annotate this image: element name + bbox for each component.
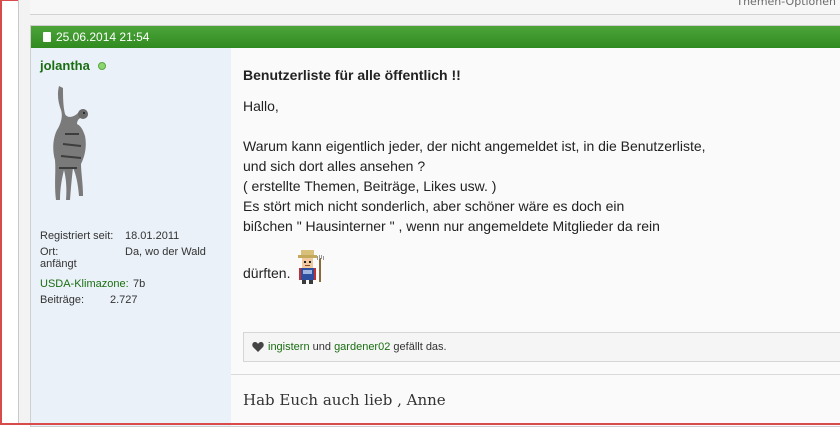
likes-connector: und <box>312 341 331 353</box>
likes-text: ingistern und gardener02 gefällt das. <box>268 333 447 361</box>
info-climate-zone: USDA-Klimazone: 7b <box>40 278 225 292</box>
body-line: und sich dort alles ansehen ? <box>243 158 426 174</box>
info-posts: Beiträge: 2.727 <box>40 294 225 308</box>
info-value: 18.01.2011 <box>125 230 180 242</box>
body-line: ( erstellte Themen, Beiträge, Likes usw.… <box>243 178 497 194</box>
climate-zone-link[interactable]: USDA-Klimazone: <box>40 278 129 290</box>
gardener-smiley-icon <box>292 248 325 286</box>
info-label: Beiträge: <box>40 294 85 306</box>
likes-bar: ingistern und gardener02 gefällt das. <box>243 332 840 362</box>
signature-divider <box>231 374 840 375</box>
author-info: Registriert seit: 18.01.2011 Ort: Da, wo… <box>40 230 225 310</box>
document-icon <box>43 32 51 42</box>
online-status-icon <box>98 62 106 70</box>
post-title: Benutzerliste für alle öffentlich !! <box>243 67 461 83</box>
post-signature: Hab Euch auch lieb , Anne <box>243 391 446 409</box>
info-value: 2.727 <box>110 294 138 306</box>
liker-link[interactable]: gardener02 <box>334 341 390 353</box>
likes-suffix: gefällt das. <box>393 341 447 353</box>
info-value: 7b <box>133 278 146 290</box>
thread-options-link[interactable]: Themen-Optionen <box>736 0 836 8</box>
post-date: 25.06.2014 21:54 <box>56 30 150 44</box>
user-sidebar: jolantha Registriert seit: 18.01.2011 Or… <box>31 48 232 426</box>
heart-icon <box>252 342 264 352</box>
liker-link[interactable]: ingistern <box>268 341 310 353</box>
post-header: 25.06.2014 21:54 <box>31 26 840 48</box>
body-greeting: Hallo, <box>243 98 279 114</box>
thread-toolbar: Themen-Optionen <box>30 0 840 15</box>
body-last-line: dürften. <box>243 248 833 286</box>
message-area: Benutzerliste für alle öffentlich !! Hal… <box>231 48 840 426</box>
body-line: Es stört mich nicht sonderlich, aber sch… <box>243 198 625 214</box>
avatar[interactable] <box>45 84 95 204</box>
window-left-edge <box>0 0 2 425</box>
post-body: Hallo, Warum kann eigentlich jeder, der … <box>243 96 833 286</box>
info-value: Da, wo der Wald anfängt <box>40 246 206 270</box>
author-username[interactable]: jolantha <box>40 58 90 73</box>
info-registered: Registriert seit: 18.01.2011 <box>40 230 225 244</box>
body-line: bißchen " Hausinterner " , wenn nur ange… <box>243 218 660 234</box>
forum-post: 25.06.2014 21:54 jolantha Registriert se… <box>30 25 840 427</box>
info-location: Ort: Da, wo der Wald anfängt <box>40 246 225 276</box>
info-label: Registriert seit: <box>40 230 114 242</box>
body-line: dürften. <box>243 265 291 281</box>
body-line: Warum kann eigentlich jeder, der nicht a… <box>243 138 706 154</box>
